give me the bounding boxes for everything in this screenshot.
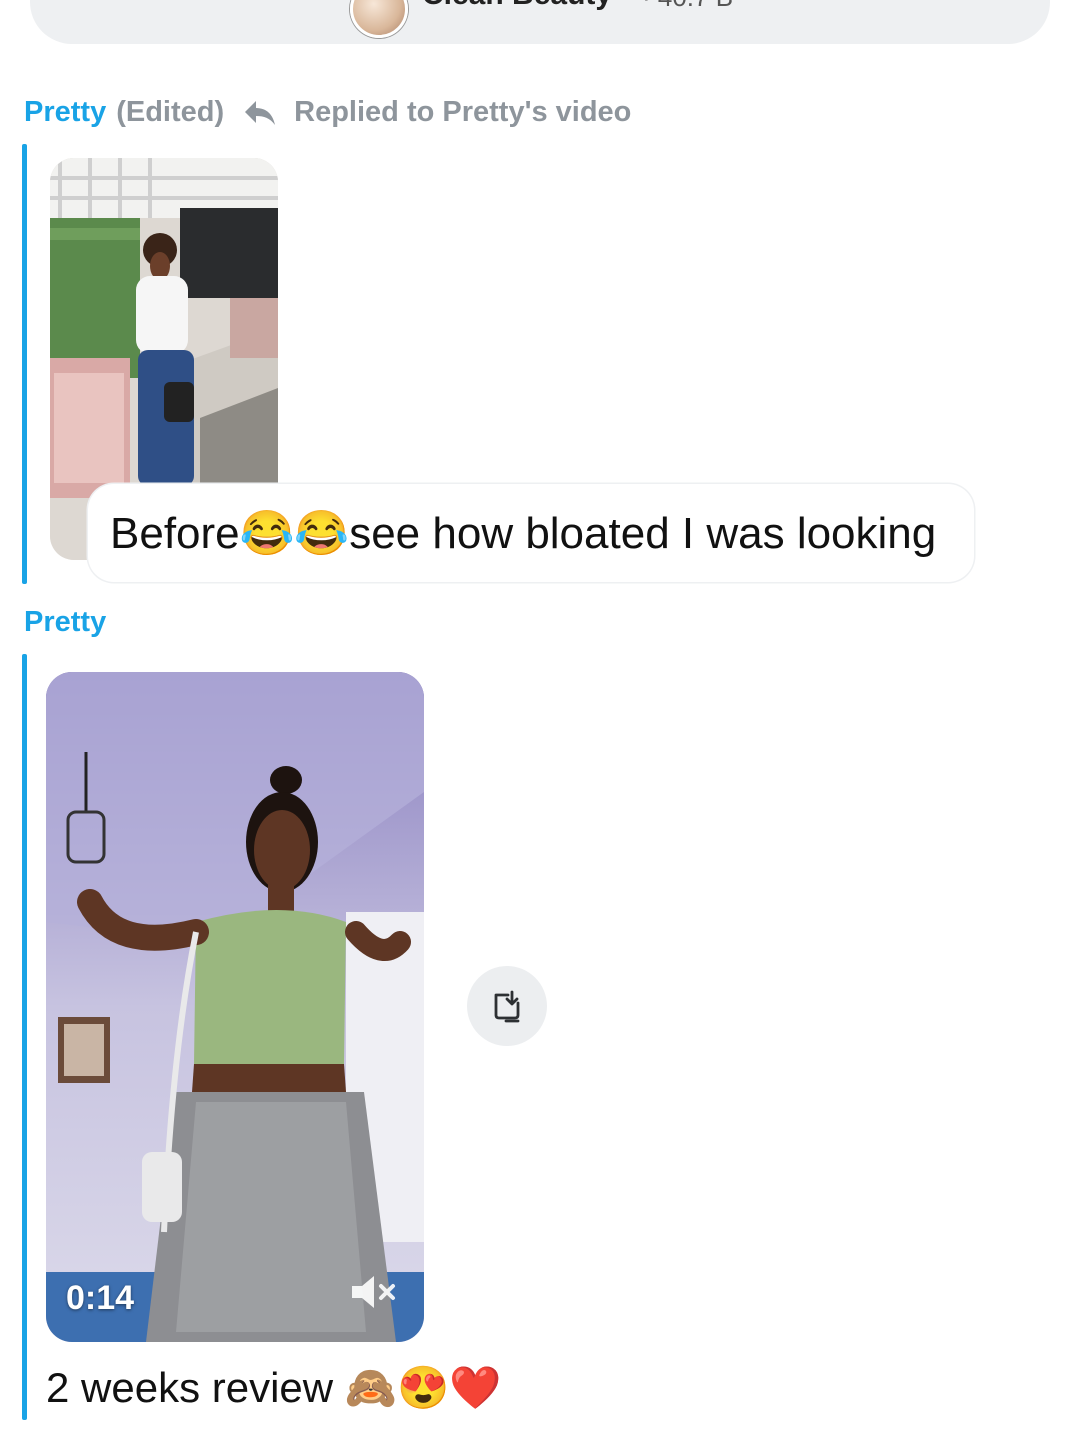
- message-thread-bar: [22, 144, 27, 584]
- message-header: Pretty (Edited) Replied to Pretty's vide…: [24, 96, 631, 129]
- story-meta: · 40.7 B: [642, 0, 733, 13]
- message-thread-bar-2: [22, 654, 27, 1420]
- story-avatar: [350, 0, 408, 38]
- message-header-2: Pretty: [24, 606, 106, 639]
- sender-name-2[interactable]: Pretty: [24, 606, 106, 638]
- speaker-muted-icon[interactable]: [348, 1272, 398, 1312]
- video-duration: 0:14: [66, 1279, 135, 1317]
- save-to-chat-icon: [494, 990, 520, 1023]
- video-frame: [46, 672, 424, 1342]
- story-title: Clean Beauty: [422, 0, 612, 12]
- message-text-bubble[interactable]: Before😂😂see how bloated I was looking: [88, 484, 974, 582]
- video-caption: 2 weeks review 🙈😍❤️: [46, 1364, 502, 1411]
- shared-story-card[interactable]: Clean Beauty · 40.7 B: [30, 0, 1050, 44]
- edited-label: (Edited): [116, 96, 225, 128]
- video-message[interactable]: 0:14: [46, 672, 424, 1342]
- reply-note[interactable]: Replied to Pretty's video: [294, 96, 631, 129]
- save-to-chat-button[interactable]: [467, 966, 547, 1046]
- reply-arrow-icon: [245, 100, 276, 125]
- sender-name[interactable]: Pretty: [24, 96, 106, 129]
- message-text: Before😂😂see how bloated I was looking: [110, 509, 937, 558]
